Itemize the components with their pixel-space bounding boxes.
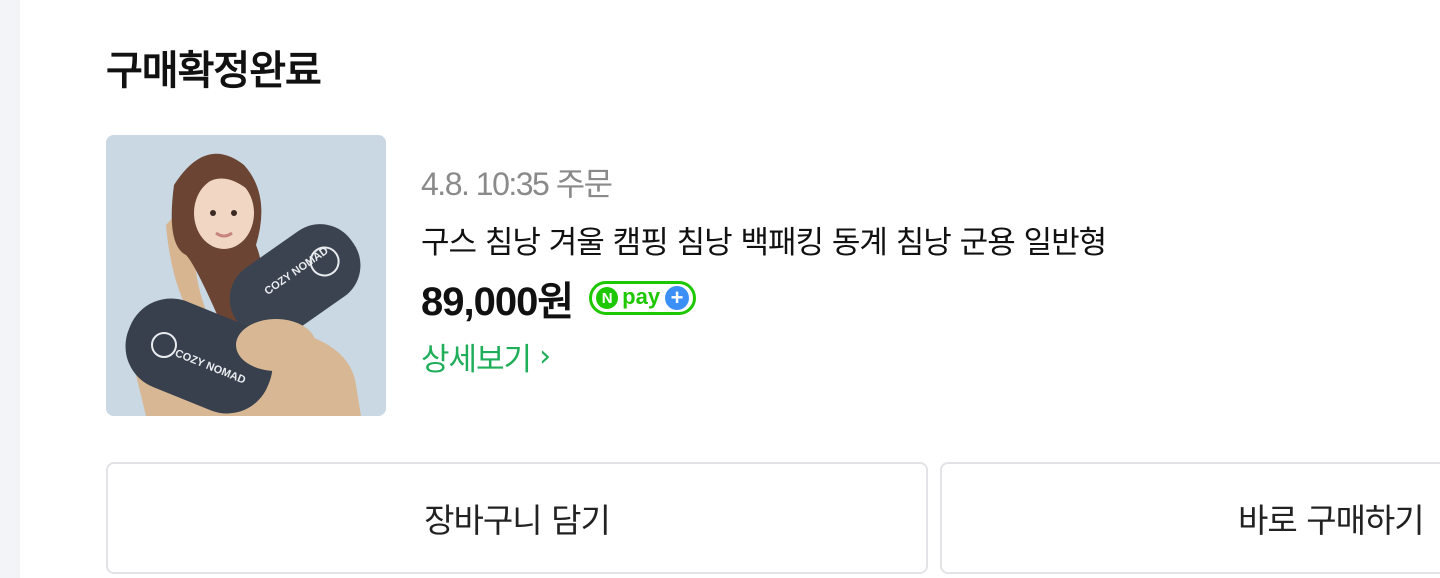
npay-label: pay	[622, 283, 661, 309]
add-to-cart-button[interactable]: 장바구니 담기	[106, 462, 928, 574]
product-price: 89,000원	[421, 280, 574, 324]
plus-icon: +	[665, 286, 690, 310]
order-status-title: 구매확정완료	[106, 48, 322, 94]
price-row: 89,000원 N pay +	[421, 270, 1106, 326]
detail-link[interactable]: 상세보기 ›	[421, 334, 551, 379]
npay-n-icon: N	[596, 287, 619, 309]
chevron-right-icon: ›	[539, 338, 551, 374]
order-card: 구매확정완료 COZY NOMAD COZY NOMAD 4.8. 10:35 …	[20, 0, 1440, 578]
detail-link-label: 상세보기	[421, 342, 532, 378]
product-photo-icon: COZY NOMAD COZY NOMAD	[106, 135, 386, 416]
add-to-cart-label: 장바구니 담기	[424, 501, 611, 540]
buy-now-button[interactable]: 바로 구매하기	[940, 462, 1440, 574]
order-info: 4.8. 10:35 주문 구스 침낭 겨울 캠핑 침낭 백패킹 동계 침낭 군…	[421, 160, 1107, 379]
order-date: 4.8. 10:35 주문	[421, 166, 613, 202]
product-thumbnail[interactable]: COZY NOMAD COZY NOMAD	[106, 135, 386, 416]
buy-now-label: 바로 구매하기	[1238, 501, 1425, 540]
npay-plus-badge: N pay +	[589, 281, 697, 315]
product-name[interactable]: 구스 침낭 겨울 캠핑 침낭 백패킹 동계 침낭 군용 일반형	[421, 218, 1107, 268]
